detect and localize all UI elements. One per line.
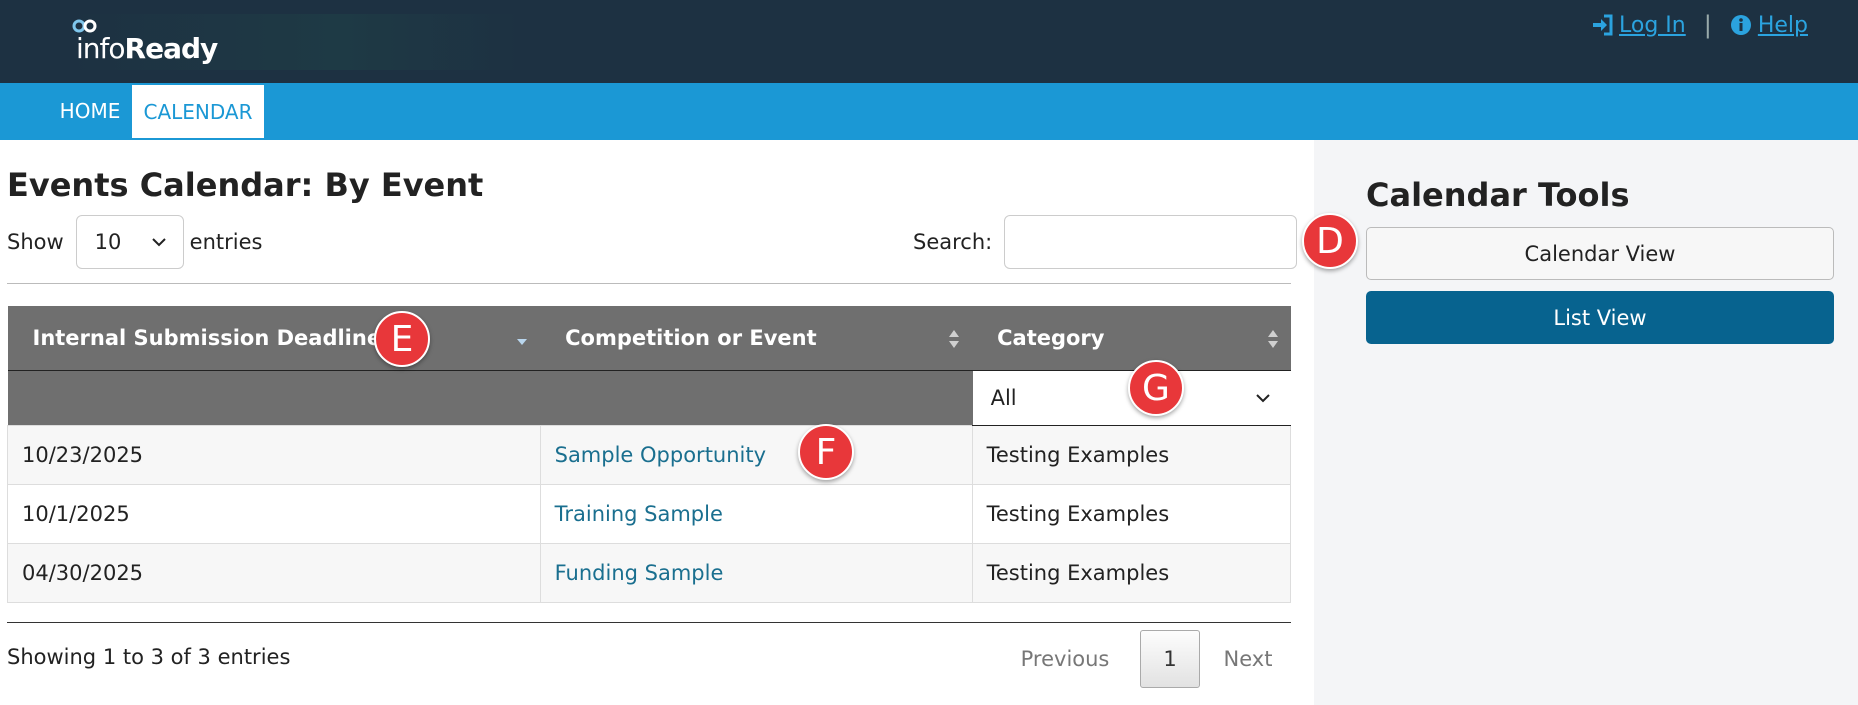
category-cell: Testing Examples <box>971 483 1292 544</box>
sort-desc-icon <box>517 339 528 345</box>
table-row: 10/1/2025 Training Sample Testing Exampl… <box>7 483 1292 544</box>
page-title: Events Calendar: By Event <box>7 166 484 204</box>
help-label[interactable]: Help <box>1758 13 1808 38</box>
next-page-button[interactable]: Next <box>1218 647 1278 671</box>
top-links: Log In | Help <box>1591 10 1808 40</box>
entries-length-control: Show 10 entries <box>7 215 262 269</box>
logo-text: infoReady <box>76 32 218 65</box>
nav-home[interactable]: HOME <box>50 83 130 138</box>
sidebar-title: Calendar Tools <box>1366 176 1630 214</box>
info-circle-icon <box>1730 15 1751 35</box>
deadline-cell: 10/1/2025 <box>7 483 541 544</box>
sort-both-icon <box>949 330 960 348</box>
event-link[interactable]: Sample Opportunity <box>555 443 766 467</box>
column-header-deadline[interactable]: Internal Submission Deadline <box>7 306 541 371</box>
filter-empty-cell <box>7 370 541 425</box>
nav-calendar[interactable]: CALENDAR <box>132 85 264 138</box>
calendar-tools-sidebar: Calendar Tools Calendar View List View <box>1314 140 1858 705</box>
pagination: Previous 1 Next <box>1015 630 1278 688</box>
search-control: Search: <box>913 215 1298 269</box>
deadline-cell: 10/23/2025 <box>7 424 541 485</box>
search-label: Search: <box>913 230 993 254</box>
table-info: Showing 1 to 3 of 3 entries <box>7 645 291 669</box>
sign-in-icon <box>1593 14 1613 36</box>
column-header-label: Internal Submission Deadline <box>32 325 382 350</box>
column-header-category[interactable]: Category <box>972 306 1291 371</box>
entries-value: 10 <box>94 230 122 254</box>
table-row: 10/23/2025 Sample Opportunity Testing Ex… <box>7 424 1292 485</box>
event-link[interactable]: Funding Sample <box>555 561 724 585</box>
category-cell: Testing Examples <box>971 424 1292 485</box>
login-label[interactable]: Log In <box>1619 13 1686 38</box>
chevron-down-icon <box>151 238 166 247</box>
help-link[interactable]: Help <box>1730 13 1808 38</box>
event-cell: Training Sample <box>539 483 973 544</box>
marker-e: E <box>374 311 430 367</box>
login-link[interactable]: Log In <box>1591 13 1686 38</box>
deadline-cell: 04/30/2025 <box>7 542 541 603</box>
sort-both-icon <box>1267 330 1278 348</box>
infoready-logo[interactable]: infoReady <box>70 14 520 70</box>
filter-row: All <box>7 370 1291 426</box>
top-header: infoReady Log In | Help <box>0 0 1858 83</box>
filter-empty-cell <box>540 370 973 425</box>
list-view-button[interactable]: List View <box>1366 291 1834 344</box>
link-separator: | <box>1703 11 1712 39</box>
divider <box>7 622 1291 623</box>
previous-page-button[interactable]: Previous <box>1015 647 1115 671</box>
column-header-label: Category <box>997 325 1105 350</box>
show-label: Show <box>7 230 64 254</box>
page-1-button[interactable]: 1 <box>1140 630 1200 688</box>
divider <box>7 283 1291 284</box>
entries-label: entries <box>189 230 263 254</box>
marker-f: F <box>798 424 854 480</box>
event-link[interactable]: Training Sample <box>555 502 723 526</box>
main-nav: HOME CALENDAR <box>0 83 1858 140</box>
search-input[interactable] <box>1004 215 1298 269</box>
event-cell: Funding Sample <box>539 542 973 603</box>
calendar-view-button[interactable]: Calendar View <box>1366 227 1834 280</box>
event-cell: Sample Opportunity <box>539 424 973 485</box>
column-header-label: Competition or Event <box>565 325 817 350</box>
category-filter-value: All <box>990 385 1017 410</box>
events-table: Internal Submission Deadline Competition… <box>7 306 1292 603</box>
chevron-down-icon <box>1255 393 1270 402</box>
category-cell: Testing Examples <box>971 542 1292 603</box>
table-row: 04/30/2025 Funding Sample Testing Exampl… <box>7 542 1292 603</box>
marker-d: D <box>1302 213 1358 269</box>
column-header-event[interactable]: Competition or Event <box>540 306 973 371</box>
marker-g: G <box>1128 360 1184 416</box>
entries-select[interactable]: 10 <box>75 215 184 269</box>
